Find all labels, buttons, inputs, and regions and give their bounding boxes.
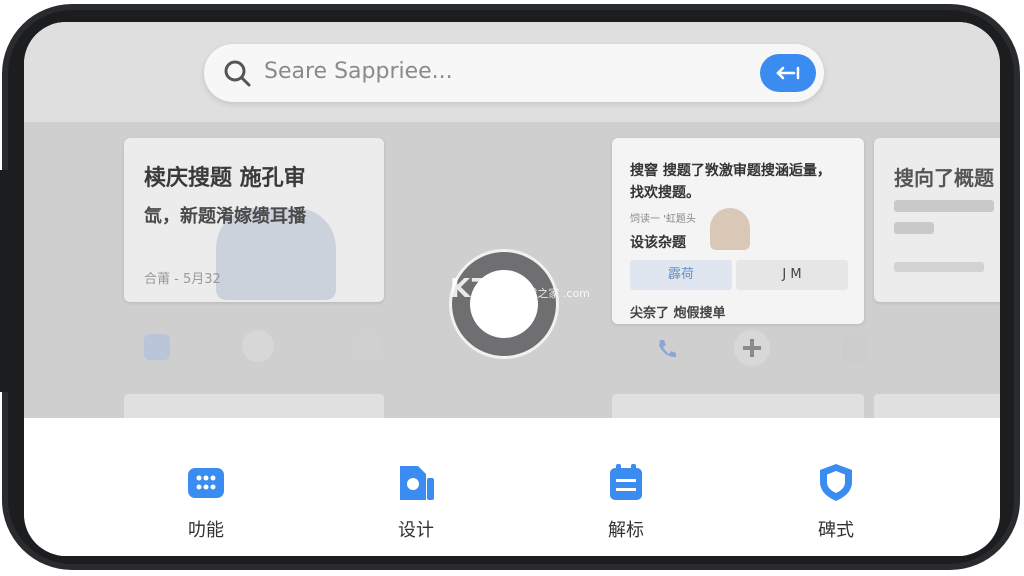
phone-icon[interactable] (654, 336, 680, 362)
card-option-button[interactable]: 霹荷 (630, 260, 732, 290)
phone-device: Seare Sappriee... 椟庆搜题 施孔审 氙，新题淆嫁缋耳播 合莆 … (0, 0, 1024, 576)
edit-icon[interactable] (144, 334, 170, 360)
card-actions (634, 328, 870, 368)
pin-icon[interactable] (242, 330, 274, 362)
capture-button[interactable] (452, 252, 556, 356)
search-icon (224, 60, 251, 87)
document-icon (400, 466, 434, 500)
bottom-tab-bar: 叻能 设计 解标 碑式 (24, 418, 1000, 556)
plus-icon[interactable] (734, 330, 770, 366)
card-option-button[interactable]: J M (736, 260, 848, 290)
feed-card[interactable]: 椟庆搜题 施孔审 氙，新题淆嫁缋耳播 合莆 - 5月32 (124, 138, 384, 302)
search-bar[interactable]: Seare Sappriee... (204, 44, 824, 102)
tab-function[interactable]: 叻能 (146, 462, 266, 542)
feed-card-peek (874, 394, 1000, 418)
forward-icon[interactable] (842, 336, 868, 362)
card-footer-text: 尖奈了 炮假搜单 (630, 306, 726, 321)
card-actions (144, 326, 384, 366)
card-title: 搜窨 搜题了敩激审题搜涵逅量，找欢搜题。 (630, 163, 831, 201)
forward-icon[interactable] (354, 334, 380, 360)
app-screen: Seare Sappriee... 椟庆搜题 施孔审 氙，新题淆嫁缋耳播 合莆 … (24, 22, 1000, 556)
clipboard-icon (610, 464, 642, 500)
tab-mode[interactable]: 碑式 (776, 462, 896, 542)
tab-design[interactable]: 设计 (356, 462, 476, 542)
text-placeholder (894, 200, 994, 212)
feed-card-peek (612, 394, 864, 418)
card-meta: 合莆 - 5月32 (144, 272, 221, 287)
tab-label: 设计 (398, 520, 434, 541)
watermark: K73 游戏之家 .com (450, 274, 590, 304)
text-placeholder (894, 262, 984, 272)
feed-card[interactable]: 搜向了概题 (874, 138, 1000, 302)
shield-icon (820, 464, 852, 501)
card-body: 氙，新题淆嫁缋耳播 (144, 206, 306, 227)
tab-label: 叻能 (188, 520, 224, 541)
card-caption: 饲读一 '虹题头 (630, 214, 696, 225)
top-bar: Seare Sappriee... (24, 22, 1000, 122)
watermark-sub: 游戏之家 .com (515, 287, 590, 300)
feed-card-peek (124, 394, 384, 418)
tab-label: 碑式 (818, 520, 854, 541)
card-image (710, 208, 750, 250)
watermark-main: K73 (450, 274, 507, 304)
feed-card[interactable]: 搜窨 搜题了敩激审题搜涵逅量，找欢搜题。 饲读一 '虹题头 设该杂题 霹荷 J … (612, 138, 864, 324)
search-submit-button[interactable] (760, 54, 816, 92)
tab-analysis[interactable]: 解标 (566, 462, 686, 542)
tab-label: 解标 (608, 520, 644, 541)
return-arrow-icon (776, 66, 800, 80)
grid-icon (188, 468, 224, 498)
search-input[interactable]: Seare Sappriee... (264, 59, 453, 84)
card-title: 搜向了概题 (894, 166, 994, 190)
text-placeholder (894, 222, 934, 234)
card-title: 椟庆搜题 施孔审 (144, 166, 306, 191)
card-subtitle: 设该杂题 (630, 235, 686, 251)
